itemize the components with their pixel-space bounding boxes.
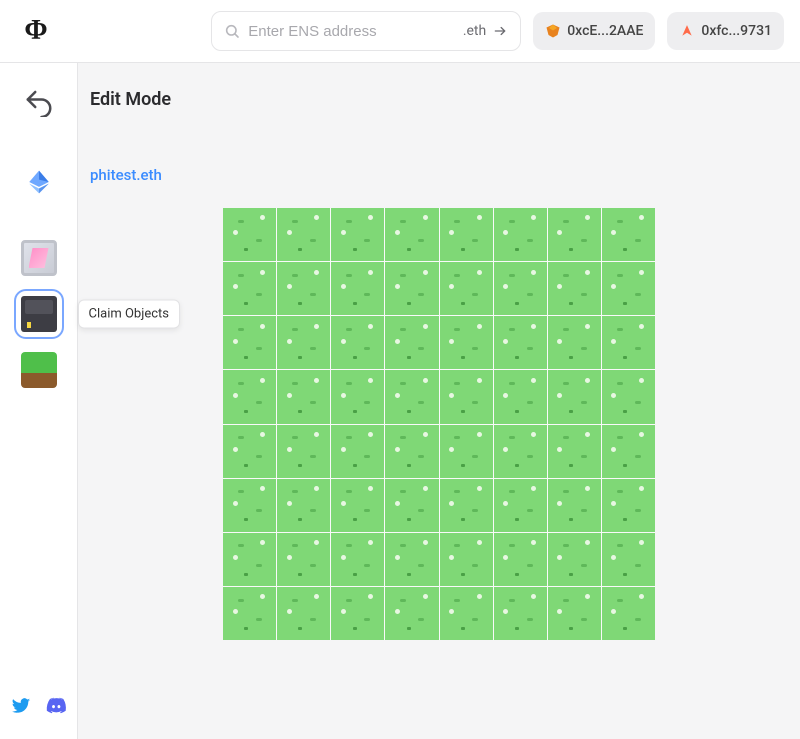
page-title: Edit Mode bbox=[90, 89, 800, 110]
sidebar: Claim Objects bbox=[0, 63, 78, 739]
land-cell[interactable] bbox=[277, 370, 330, 423]
land-cell[interactable] bbox=[331, 316, 384, 369]
land-cell[interactable] bbox=[223, 262, 276, 315]
land-cell[interactable] bbox=[548, 316, 601, 369]
land-cell[interactable] bbox=[277, 587, 330, 640]
ens-name-link[interactable]: phitest.eth bbox=[90, 166, 162, 184]
logo[interactable]: Φ bbox=[16, 15, 56, 47]
land-cell[interactable] bbox=[331, 587, 384, 640]
land-cell[interactable] bbox=[277, 316, 330, 369]
land-cell[interactable] bbox=[223, 370, 276, 423]
metamask-icon bbox=[545, 23, 561, 39]
sidebar-item-grass-block[interactable] bbox=[18, 349, 60, 391]
wallet-chip-secondary[interactable]: 0xfc...9731 bbox=[667, 12, 784, 50]
land-cell[interactable] bbox=[277, 262, 330, 315]
land-cell[interactable] bbox=[494, 370, 547, 423]
land-cell[interactable] bbox=[440, 533, 493, 586]
search-container: .eth bbox=[211, 11, 521, 51]
land-cell[interactable] bbox=[494, 208, 547, 261]
land-cell[interactable] bbox=[602, 208, 655, 261]
main-panel: Edit Mode phitest.eth bbox=[78, 63, 800, 739]
land-cell[interactable] bbox=[548, 425, 601, 478]
land-cell[interactable] bbox=[494, 533, 547, 586]
land-cell[interactable] bbox=[277, 479, 330, 532]
arrow-right-icon[interactable] bbox=[492, 24, 508, 38]
land-cell[interactable] bbox=[277, 208, 330, 261]
land-cell[interactable] bbox=[602, 370, 655, 423]
wallet-address-primary: 0xcE...2AAE bbox=[567, 23, 643, 39]
land-cell[interactable] bbox=[602, 587, 655, 640]
land-cell[interactable] bbox=[223, 208, 276, 261]
claim-objects-icon bbox=[21, 296, 57, 332]
land-cell[interactable] bbox=[331, 533, 384, 586]
land-cell[interactable] bbox=[440, 208, 493, 261]
pink-card-icon bbox=[21, 240, 57, 276]
land-cell[interactable] bbox=[602, 533, 655, 586]
land-cell[interactable] bbox=[548, 262, 601, 315]
land-cell[interactable] bbox=[385, 533, 438, 586]
land-cell[interactable] bbox=[548, 533, 601, 586]
land-cell[interactable] bbox=[440, 316, 493, 369]
land-cell[interactable] bbox=[440, 262, 493, 315]
land-cell[interactable] bbox=[494, 479, 547, 532]
search-input[interactable] bbox=[248, 23, 455, 40]
ethereum-icon bbox=[26, 169, 52, 195]
land-cell[interactable] bbox=[277, 533, 330, 586]
land-cell[interactable] bbox=[223, 533, 276, 586]
wallet-address-secondary: 0xfc...9731 bbox=[701, 23, 772, 39]
land-cell[interactable] bbox=[548, 370, 601, 423]
land-cell[interactable] bbox=[440, 425, 493, 478]
land-cell[interactable] bbox=[331, 479, 384, 532]
topbar: Φ .eth 0xcE...2AAE 0xfc...9731 bbox=[0, 0, 800, 63]
wallet-chip-primary[interactable]: 0xcE...2AAE bbox=[533, 12, 655, 50]
land-cell[interactable] bbox=[440, 370, 493, 423]
sidebar-item-pink-card[interactable] bbox=[18, 237, 60, 279]
search-suffix-text: .eth bbox=[463, 23, 486, 39]
land-cell[interactable] bbox=[331, 262, 384, 315]
search-suffix: .eth bbox=[463, 23, 508, 39]
grass-block-icon bbox=[21, 352, 57, 388]
argent-icon bbox=[679, 23, 695, 39]
land-cell[interactable] bbox=[602, 316, 655, 369]
land-cell[interactable] bbox=[602, 479, 655, 532]
land-cell[interactable] bbox=[331, 425, 384, 478]
land-cell[interactable] bbox=[223, 425, 276, 478]
land-cell[interactable] bbox=[385, 479, 438, 532]
land-cell[interactable] bbox=[385, 425, 438, 478]
discord-icon[interactable] bbox=[45, 695, 67, 721]
land-cell[interactable] bbox=[494, 262, 547, 315]
sidebar-social bbox=[11, 695, 67, 721]
land-cell[interactable] bbox=[385, 316, 438, 369]
undo-icon bbox=[24, 87, 54, 117]
land-cell[interactable] bbox=[602, 425, 655, 478]
land-cell[interactable] bbox=[548, 587, 601, 640]
land-cell[interactable] bbox=[440, 479, 493, 532]
tooltip-claim-objects: Claim Objects bbox=[78, 300, 181, 329]
sidebar-item-claim-objects[interactable]: Claim Objects bbox=[18, 293, 60, 335]
land-cell[interactable] bbox=[223, 587, 276, 640]
land-cell[interactable] bbox=[494, 425, 547, 478]
land-cell[interactable] bbox=[548, 479, 601, 532]
twitter-icon[interactable] bbox=[11, 696, 31, 720]
land-cell[interactable] bbox=[331, 370, 384, 423]
land-cell[interactable] bbox=[277, 425, 330, 478]
land-cell[interactable] bbox=[602, 262, 655, 315]
land-cell[interactable] bbox=[331, 208, 384, 261]
land-cell[interactable] bbox=[440, 587, 493, 640]
land-cell[interactable] bbox=[385, 262, 438, 315]
land-cell[interactable] bbox=[223, 479, 276, 532]
land-cell[interactable] bbox=[385, 208, 438, 261]
land-cell[interactable] bbox=[385, 587, 438, 640]
land-cell[interactable] bbox=[223, 316, 276, 369]
land-grid[interactable] bbox=[223, 208, 655, 640]
land-cell[interactable] bbox=[385, 370, 438, 423]
land-cell[interactable] bbox=[548, 208, 601, 261]
search-icon bbox=[224, 23, 240, 39]
land-cell[interactable] bbox=[494, 316, 547, 369]
land-cell[interactable] bbox=[494, 587, 547, 640]
sidebar-item-eth[interactable] bbox=[18, 161, 60, 203]
sidebar-item-undo[interactable] bbox=[18, 81, 60, 123]
